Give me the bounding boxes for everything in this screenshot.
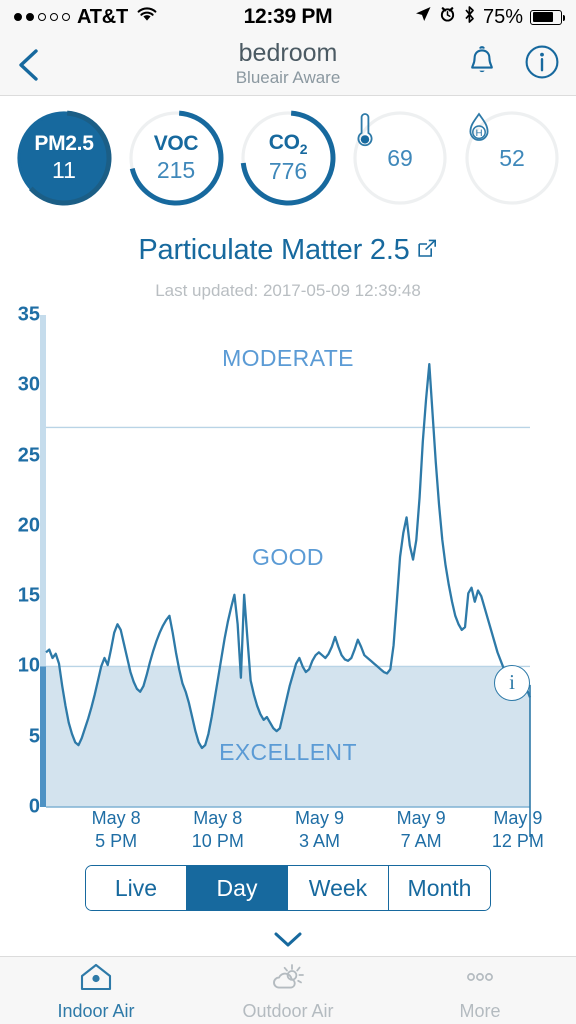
tab-outdoor-air[interactable]: Outdoor Air: [192, 957, 384, 1024]
metric-circle-voc[interactable]: VOC 215: [128, 110, 224, 206]
signal-strength-icon: [14, 13, 70, 21]
tab-indoor-air[interactable]: Indoor Air: [0, 957, 192, 1024]
metric-value: 69: [387, 145, 413, 171]
y-axis-tick: 25: [17, 444, 40, 467]
bottom-tab-bar: Indoor Air Outdoor Air More: [0, 956, 576, 1024]
battery-percent-label: 75%: [482, 5, 523, 28]
signal-dot: [50, 13, 58, 21]
svg-text:H: H: [476, 128, 483, 139]
bluetooth-icon: [463, 5, 476, 30]
metric-value: 52: [499, 145, 525, 171]
x-axis-tick: May 97 AM: [396, 808, 446, 852]
range-option-live[interactable]: Live: [86, 866, 187, 910]
last-updated-label: Last updated: 2017-05-09 12:39:48: [155, 281, 421, 300]
metrics-row: PM2.5 11 VOC 215 CO2 776 69 H 52: [0, 96, 576, 220]
metric-label: CO2: [268, 130, 308, 158]
metric-circle-thermometer-icon[interactable]: 69: [352, 110, 448, 206]
y-axis-tick: 20: [17, 514, 40, 537]
range-selector: Live Day Week Month: [85, 865, 491, 911]
range-option-month[interactable]: Month: [389, 866, 490, 910]
house-icon: [79, 962, 113, 997]
status-bar-right: 75%: [332, 5, 565, 30]
metric-circle-co[interactable]: CO2 776: [240, 110, 336, 206]
band-label-good: GOOD: [252, 544, 324, 570]
external-link-icon[interactable]: [416, 234, 438, 267]
info-button[interactable]: [524, 44, 560, 85]
x-axis-tick: May 9 12 PM: [491, 808, 544, 852]
metric-circle-pm2-5[interactable]: PM2.5 11: [16, 110, 112, 206]
range-selector-row: Live Day Week Month: [0, 865, 576, 911]
wifi-icon: [135, 5, 159, 29]
chart-title: Particulate Matter 2.5: [138, 234, 410, 266]
y-axis-tick: 10: [17, 654, 40, 677]
carrier-label: AT&T: [77, 5, 129, 28]
band-label-moderate: MODERATE: [222, 345, 354, 371]
range-option-day[interactable]: Day: [187, 866, 288, 910]
metric-value: 215: [156, 157, 196, 183]
band-label-excellent: EXCELLENT: [219, 739, 357, 765]
y-axis-bar-lower: [40, 666, 46, 807]
metric-value: 11: [52, 157, 76, 183]
status-bar: AT&T 12:39 PM 75%: [0, 0, 576, 34]
metric-circle-humidity-droplet-icon[interactable]: H 52: [464, 110, 560, 206]
tab-label: More: [459, 1000, 501, 1021]
metric-label: PM2.5: [34, 132, 94, 155]
battery-icon: [530, 9, 565, 25]
x-axis-tick: May 93 AM: [294, 808, 344, 852]
tab-more[interactable]: More: [384, 957, 576, 1024]
back-button[interactable]: [16, 48, 60, 82]
x-axis-tick: May 8 10 PM: [191, 808, 244, 852]
signal-dot: [14, 13, 22, 21]
clock-label: 12:39 PM: [243, 5, 333, 28]
range-option-week[interactable]: Week: [288, 866, 389, 910]
chart-area[interactable]: 0 5 10 15 20 25 30 35 MODERATE GOOD EXCELLENT i…: [0, 301, 576, 861]
metric-label: VOC: [153, 132, 199, 155]
chevron-down-icon: [274, 932, 302, 947]
y-axis-tick: 15: [17, 584, 40, 607]
nav-header: bedroom Blueair Aware: [0, 34, 576, 96]
notifications-bell-button[interactable]: [466, 45, 498, 84]
metric-value: 776: [268, 158, 308, 185]
status-bar-left: AT&T: [14, 5, 244, 29]
signal-dot: [26, 13, 34, 21]
expand-chevron-button[interactable]: [0, 927, 576, 951]
y-axis-tick: 35: [17, 303, 40, 326]
location-arrow-icon: [414, 5, 432, 29]
pm25-area-chart: [40, 315, 532, 837]
cloud-sun-icon: [268, 962, 308, 997]
tab-label: Outdoor Air: [242, 1000, 334, 1021]
signal-dot: [62, 13, 70, 21]
datapoint-info-marker[interactable]: i: [494, 664, 530, 701]
x-axis-tick: May 85 PM: [91, 808, 141, 852]
y-axis-tick: 30: [17, 373, 40, 396]
y-axis-labels: 0 5 10 15 20 25 30 35: [0, 301, 40, 861]
app-root: AT&T 12:39 PM 75% bedroom Blueair Aware …: [0, 0, 576, 1024]
nav-actions: [466, 44, 560, 85]
chart-title-row[interactable]: Particulate Matter 2.5: [138, 234, 437, 267]
alarm-clock-icon: [439, 5, 456, 29]
chart-header: Particulate Matter 2.5 Last updated: 201…: [0, 220, 576, 301]
ellipsis-icon: [460, 962, 500, 997]
tab-label: Indoor Air: [57, 1000, 135, 1021]
x-axis-labels: May 85 PM May 8 10 PM May 93 AM May 97 AM May…: [0, 807, 576, 857]
signal-dot: [38, 13, 46, 21]
